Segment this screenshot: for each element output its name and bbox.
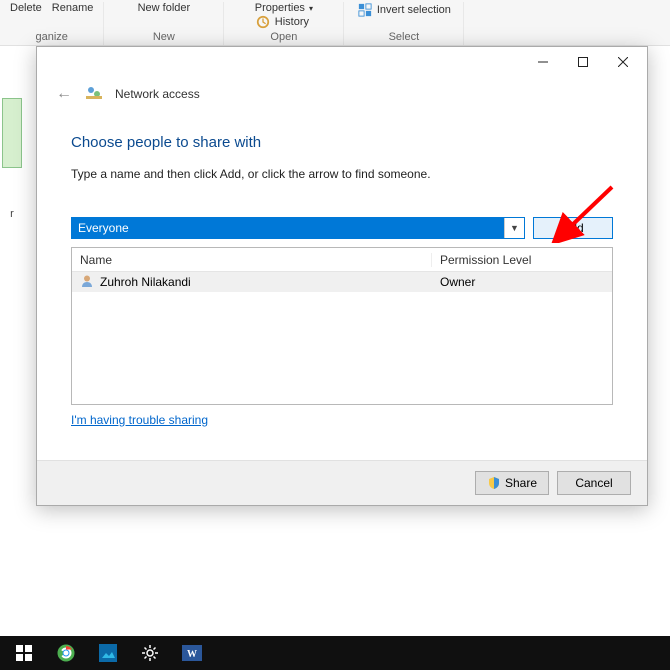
- add-button[interactable]: Add: [533, 217, 613, 239]
- dialog-titlebar: [37, 47, 647, 77]
- ribbon-group-new: New folder New: [104, 2, 224, 45]
- svg-text:W: W: [187, 649, 197, 660]
- share-button[interactable]: Share: [475, 471, 549, 495]
- windows-icon: [16, 645, 32, 661]
- word-icon: W: [182, 645, 202, 661]
- dialog-title: Network access: [115, 87, 200, 101]
- user-icon: [80, 274, 94, 291]
- ribbon-group-label-organize: ganize: [35, 31, 67, 45]
- ribbon-group-select: Invert selection Select: [344, 2, 464, 45]
- chevron-down-icon: ▼: [510, 223, 519, 233]
- close-button[interactable]: [603, 48, 643, 76]
- ribbon-group-label-open: Open: [270, 31, 297, 45]
- dialog-subtext: Type a name and then click Add, or click…: [71, 167, 613, 181]
- back-arrow-icon[interactable]: ←: [55, 85, 73, 103]
- photos-icon: [99, 644, 117, 662]
- network-access-dialog: ← Network access Choose people to share …: [36, 46, 648, 506]
- share-table: Name Permission Level Zuhroh Nilakandi O…: [71, 247, 613, 405]
- ribbon-group-organize: Delete Rename ganize: [0, 2, 104, 45]
- close-icon: [618, 57, 628, 67]
- shield-icon: [487, 476, 501, 490]
- taskbar-photos[interactable]: [88, 638, 128, 668]
- ribbon-invert-selection[interactable]: Invert selection: [357, 2, 451, 18]
- minimize-icon: [538, 57, 548, 67]
- column-permission[interactable]: Permission Level: [432, 253, 612, 267]
- maximize-icon: [578, 57, 588, 67]
- dialog-header: ← Network access: [37, 77, 647, 114]
- dialog-heading: Choose people to share with: [71, 134, 613, 151]
- ribbon-group-open: Properties▾ History Open: [224, 2, 344, 45]
- ribbon-properties[interactable]: Properties▾: [255, 2, 313, 14]
- history-icon: [255, 14, 271, 30]
- combobox-dropdown-button[interactable]: ▼: [504, 218, 524, 238]
- left-panel-file-preview: r: [0, 80, 24, 190]
- table-header: Name Permission Level: [72, 248, 612, 272]
- ribbon-group-label-new: New: [153, 31, 175, 45]
- ribbon-delete[interactable]: Delete: [10, 2, 42, 14]
- row-permission: Owner: [432, 275, 612, 289]
- taskbar-chrome[interactable]: [46, 638, 86, 668]
- table-row[interactable]: Zuhroh Nilakandi Owner: [72, 272, 612, 292]
- row-name: Zuhroh Nilakandi: [100, 275, 191, 289]
- ribbon-group-label-select: Select: [389, 31, 420, 45]
- taskbar: W: [0, 636, 670, 670]
- dialog-footer: Share Cancel: [37, 460, 647, 505]
- gear-icon: [142, 645, 158, 661]
- people-combobox[interactable]: ▼: [71, 217, 525, 239]
- network-icon: [85, 83, 103, 104]
- cancel-button[interactable]: Cancel: [557, 471, 631, 495]
- invert-selection-icon: [357, 2, 373, 18]
- ribbon: Delete Rename ganize New folder New Prop…: [0, 0, 670, 46]
- minimize-button[interactable]: [523, 48, 563, 76]
- taskbar-settings[interactable]: [130, 638, 170, 668]
- trouble-sharing-link[interactable]: I'm having trouble sharing: [71, 413, 208, 427]
- chrome-icon: [57, 644, 75, 662]
- ribbon-rename[interactable]: Rename: [52, 2, 94, 14]
- people-input[interactable]: [72, 218, 504, 238]
- taskbar-word[interactable]: W: [172, 638, 212, 668]
- ribbon-new-folder[interactable]: New folder: [138, 2, 191, 14]
- start-button[interactable]: [4, 638, 44, 668]
- ribbon-history[interactable]: History: [255, 14, 309, 30]
- maximize-button[interactable]: [563, 48, 603, 76]
- column-name[interactable]: Name: [72, 253, 432, 267]
